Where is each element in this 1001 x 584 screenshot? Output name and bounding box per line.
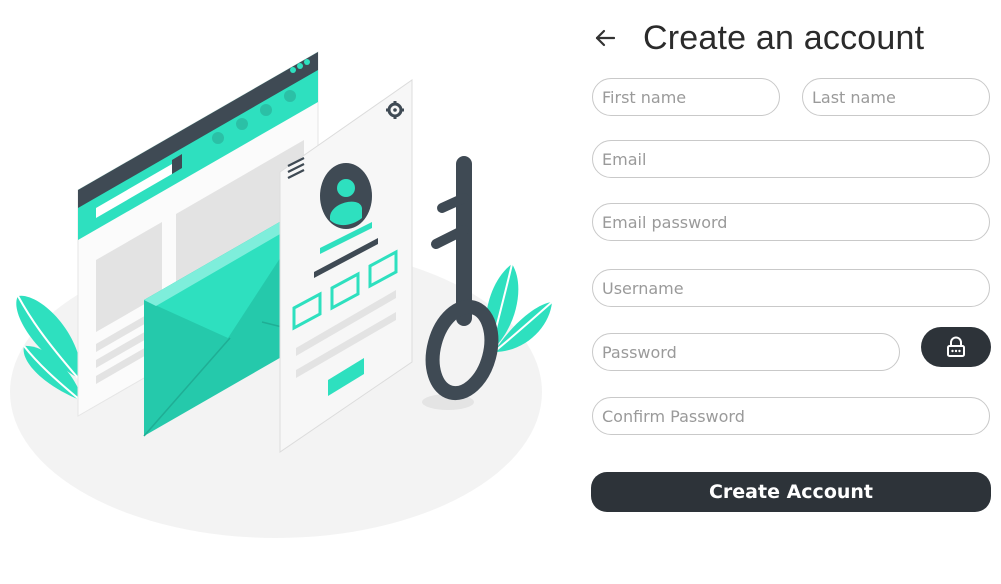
arrow-left-icon: [595, 29, 615, 47]
email-password-input[interactable]: [592, 203, 990, 241]
create-account-button[interactable]: Create Account: [591, 472, 991, 512]
account-security-illustration: [10, 51, 553, 538]
page-title: Create an account: [643, 19, 925, 57]
first-name-input[interactable]: [592, 78, 780, 116]
username-input[interactable]: [592, 269, 990, 307]
confirm-password-input[interactable]: [592, 397, 990, 435]
email-input[interactable]: [592, 140, 990, 178]
back-button[interactable]: [589, 22, 621, 54]
last-name-input[interactable]: [802, 78, 990, 116]
lock-icon: [947, 336, 965, 357]
password-visibility-toggle[interactable]: [921, 327, 991, 367]
password-input[interactable]: [592, 333, 900, 371]
